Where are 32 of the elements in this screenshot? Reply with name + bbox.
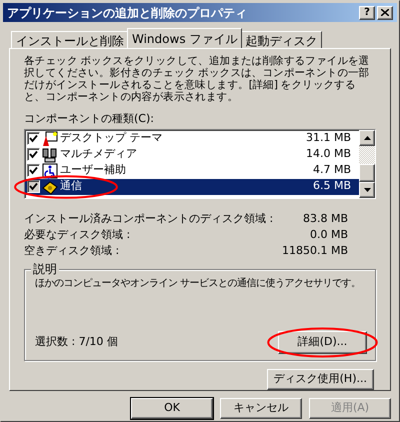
component-size: 4.7 MB xyxy=(312,162,351,178)
dialog-button[interactable]: 詳細(D)... xyxy=(278,330,367,354)
group-title: 説明 xyxy=(31,262,59,276)
tab[interactable]: Windows ファイル xyxy=(127,28,242,48)
window-title: アプリケーションの追加と削除のプロパティ xyxy=(7,4,248,22)
disk-info-label: 必要なディスク領域 : xyxy=(24,226,130,242)
help-button[interactable]: ? xyxy=(359,6,375,20)
component-size: 31.1 MB xyxy=(306,130,351,146)
disk-info-value: 0.0 MB xyxy=(310,226,348,242)
component-size: 6.5 MB xyxy=(312,178,351,194)
component-name: ユーザー補助 xyxy=(60,162,127,178)
disk-info-label: 空きディスク領域 : xyxy=(24,242,120,258)
component-row[interactable]: 通信 6.5 MB xyxy=(25,178,359,194)
component-row[interactable]: デスクトップ テーマ 31.1 MB xyxy=(25,130,359,146)
disk-info-label: インストール済みコンポーネントのディスク領域 : xyxy=(24,210,274,226)
disk-info-value: 83.8 MB xyxy=(302,210,348,226)
instructions-text: 各チェック ボックスをクリックして、追加または削除するファイルを選択してください。影付きのチェック ボックスは、コンポーネントの一部だけがインストールされることを意味します。[詳細] をクリックすると、コンポーネントの内容が表示されます。 xyxy=(24,55,370,103)
component-name: 通信 xyxy=(60,178,83,194)
dialog-button[interactable]: キャンセル xyxy=(220,398,302,419)
component-name: マルチメディア xyxy=(60,146,138,162)
component-name: デスクトップ テーマ xyxy=(60,130,164,146)
disk-info-value: 11850.1 MB xyxy=(282,242,348,258)
tab[interactable]: 起動ディスク xyxy=(240,31,322,48)
description-text: ほかのコンピュータやオンライン サービスとの通信に使うアクセサリです。 xyxy=(35,276,362,290)
dialog-button[interactable]: ディスク使用(H)... xyxy=(266,368,374,390)
selection-count: 選択数 : 7/10 個 xyxy=(35,334,118,350)
tab[interactable]: インストールと削除 xyxy=(11,31,129,48)
component-row[interactable]: マルチメディア 14.0 MB xyxy=(25,146,359,162)
dialog-button[interactable]: OK xyxy=(131,398,213,419)
component-size: 14.0 MB xyxy=(306,146,351,162)
components-label: コンポーネントの種類(C): xyxy=(24,111,155,127)
component-row[interactable]: ユーザー補助 4.7 MB xyxy=(25,162,359,178)
